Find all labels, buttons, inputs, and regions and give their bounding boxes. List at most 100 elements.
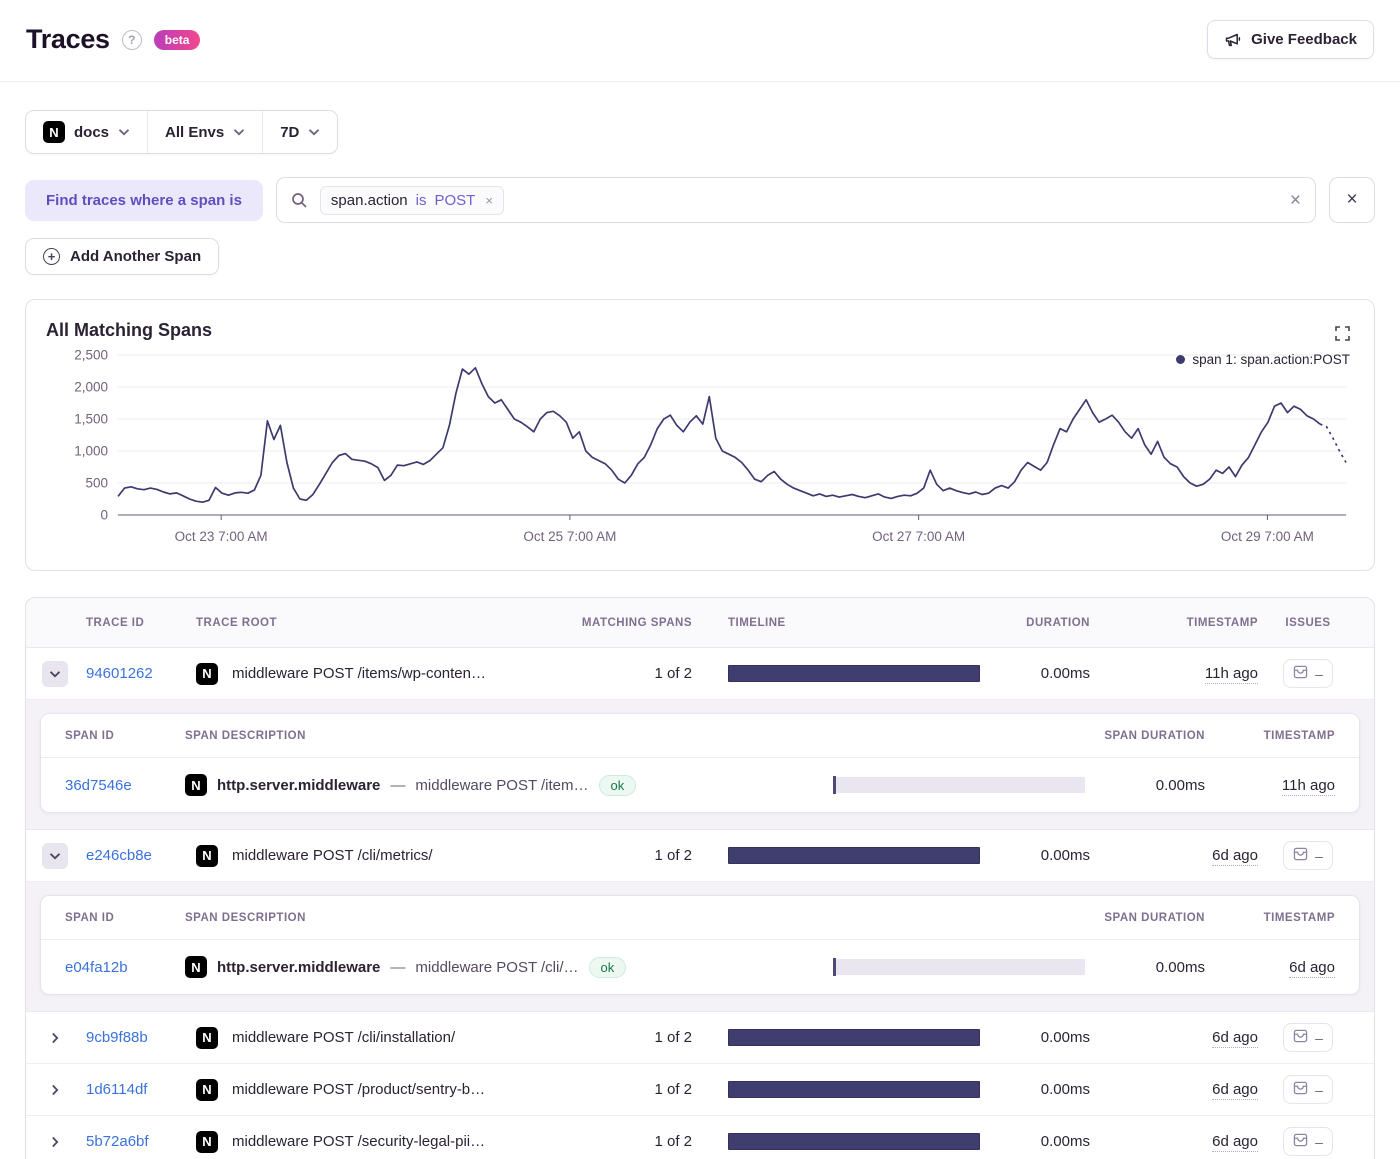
trace-id-link[interactable]: e246cb8e [86,847,152,864]
svg-text:Oct 25 7:00 AM: Oct 25 7:00 AM [523,529,616,544]
project-filter[interactable]: N docs [26,111,147,153]
nextjs-project-icon: N [196,663,218,685]
span-id-link[interactable]: e04fa12b [65,959,128,976]
col-span-duration: Span Duration [1085,912,1205,924]
issues-count: – [1315,1082,1323,1098]
span-status-badge: ok [599,775,637,796]
col-matching-spans: Matching Spans [572,617,692,629]
table-row: 9cb9f88b N middleware POST /cli/installa… [26,1012,1374,1064]
trace-root-text: middleware POST /security-legal-pii… [232,1133,485,1150]
timestamp-value[interactable]: 6d ago [1212,1029,1258,1048]
timestamp-value[interactable]: 6d ago [1212,847,1258,866]
span-timeline-bar[interactable] [833,959,1085,975]
table-row: 1d6114df N middleware POST /product/sent… [26,1064,1374,1116]
svg-text:500: 500 [85,476,108,491]
find-traces-label: Find traces where a span is [25,180,263,221]
span-description-text: middleware POST /item… [415,777,588,794]
col-span-timestamp: Timestamp [1205,730,1335,742]
span-timeline-bar[interactable] [833,777,1085,793]
help-icon[interactable]: ? [122,30,142,50]
clear-search-icon[interactable]: × [1290,191,1301,210]
expand-row-chevron[interactable] [42,1025,68,1051]
expanded-spans-section: Span ID Span Description Span Duration T… [26,882,1374,1012]
trace-id-link[interactable]: 5b72a6bf [86,1133,149,1150]
span-search-input[interactable]: span.action is POST × × [276,177,1316,223]
expand-row-chevron[interactable] [42,661,68,687]
span-timestamp-value[interactable]: 6d ago [1289,959,1335,978]
span-timestamp-value[interactable]: 11h ago [1282,777,1335,796]
span-op-text: http.server.middleware [217,777,380,794]
svg-text:2,500: 2,500 [74,348,108,363]
chevron-down-icon [308,128,320,136]
timestamp-value[interactable]: 6d ago [1212,1081,1258,1100]
issues-button[interactable]: – [1283,1127,1333,1156]
svg-text:Oct 23 7:00 AM: Oct 23 7:00 AM [175,529,268,544]
col-span-timestamp: Timestamp [1205,912,1335,924]
timestamp-value[interactable]: 6d ago [1212,1133,1258,1152]
issues-button[interactable]: – [1283,1075,1333,1104]
timeline-bar[interactable] [728,1081,980,1098]
issues-button[interactable]: – [1283,1023,1333,1052]
expand-row-chevron[interactable] [42,843,68,869]
matching-spans-value: 1 of 2 [572,665,692,682]
matching-spans-value: 1 of 2 [572,1133,692,1150]
search-filter-token[interactable]: span.action is POST × [320,186,504,215]
issues-count: – [1315,848,1323,864]
span-status-badge: ok [589,957,627,978]
issues-button[interactable]: – [1283,659,1333,688]
time-period-filter[interactable]: 7D [262,111,337,153]
table-row: e246cb8e N middleware POST /cli/metrics/… [26,830,1374,882]
issue-box-icon [1293,1029,1308,1046]
trace-root-text: middleware POST /items/wp-conten… [232,665,486,682]
issues-button[interactable]: – [1283,841,1333,870]
legend-dot-icon [1176,355,1185,364]
expand-chart-icon[interactable] [1335,326,1350,346]
issue-box-icon [1293,665,1308,682]
span-op-text: http.server.middleware [217,959,380,976]
nextjs-project-icon: N [185,956,207,978]
chart-legend: span 1: span.action:POST [1176,352,1350,367]
traces-table: Trace ID Trace Root Matching Spans Timel… [25,597,1375,1159]
beta-badge: beta [154,30,201,50]
spans-table-header: Span ID Span Description Span Duration T… [41,896,1359,940]
expand-row-chevron[interactable] [42,1077,68,1103]
nextjs-project-icon: N [43,121,65,143]
duration-value: 0.00ms [980,1133,1090,1150]
environment-filter[interactable]: All Envs [147,111,262,153]
duration-value: 0.00ms [980,665,1090,682]
add-another-span-button[interactable]: + Add Another Span [25,238,219,275]
col-span-description: Span Description [185,912,833,924]
nextjs-project-icon: N [196,1079,218,1101]
remove-token-icon[interactable]: × [483,193,493,208]
timeline-bar[interactable] [728,847,980,864]
timeline-bar[interactable] [728,1133,980,1150]
svg-text:1,500: 1,500 [74,412,108,427]
close-icon: × [1346,189,1357,211]
timeline-bar[interactable] [728,1029,980,1046]
col-span-id: Span ID [65,730,185,742]
trace-id-link[interactable]: 1d6114df [86,1081,147,1098]
timeline-bar[interactable] [728,665,980,682]
timestamp-value[interactable]: 11h ago [1205,665,1258,684]
give-feedback-button[interactable]: Give Feedback [1207,20,1374,59]
table-row: 94601262 N middleware POST /items/wp-con… [26,648,1374,700]
expand-row-chevron[interactable] [42,1129,68,1155]
col-trace-root: Trace Root [196,617,572,629]
trace-root-text: middleware POST /cli/installation/ [232,1029,455,1046]
span-id-link[interactable]: 36d7546e [65,777,132,794]
trace-id-link[interactable]: 94601262 [86,665,153,682]
all-matching-spans-panel: All Matching Spans span 1: span.action:P… [25,299,1375,571]
remove-span-query-button[interactable]: × [1329,177,1375,223]
trace-id-link[interactable]: 9cb9f88b [86,1029,148,1046]
spans-line-chart[interactable]: 05001,0001,5002,0002,500Oct 23 7:00 AMOc… [46,345,1354,555]
page-header: Traces ? beta Give Feedback [0,0,1400,82]
issues-count: – [1315,1030,1323,1046]
col-span-duration: Span Duration [1085,730,1205,742]
svg-text:2,000: 2,000 [74,380,108,395]
matching-spans-value: 1 of 2 [572,1029,692,1046]
span-duration-value: 0.00ms [1085,959,1205,976]
duration-value: 0.00ms [980,1029,1090,1046]
matching-spans-value: 1 of 2 [572,1081,692,1098]
megaphone-icon [1224,31,1242,48]
issues-count: – [1315,1134,1323,1150]
